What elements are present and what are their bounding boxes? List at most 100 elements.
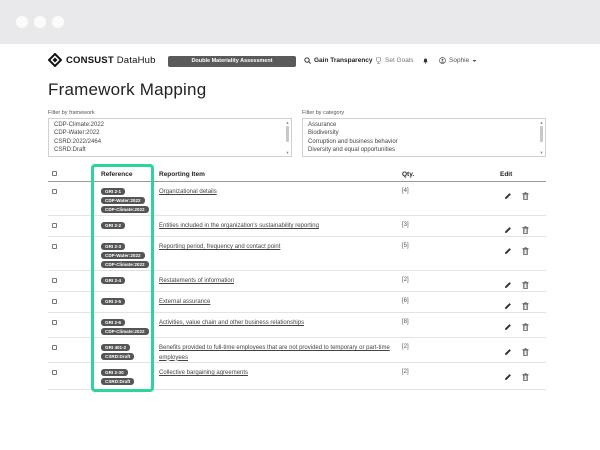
qty-header: Qty. bbox=[402, 171, 415, 178]
row-checkbox[interactable] bbox=[52, 223, 57, 228]
category-option[interactable]: Corruption and business behavior bbox=[303, 138, 545, 146]
scroll-down-icon[interactable]: ▼ bbox=[285, 150, 290, 155]
reference-badge: CDP-Climate:2022 bbox=[101, 328, 149, 335]
search-icon bbox=[304, 57, 311, 64]
category-filter-list[interactable]: Assurance Biodiversity Corruption and bu… bbox=[302, 118, 546, 157]
framework-filter-list[interactable]: CDP-Climate:2022 CDP-Water:2022 CSRD:202… bbox=[48, 118, 292, 157]
reporting-item-link[interactable]: Benefits provided to full-time employees… bbox=[159, 344, 409, 363]
edit-pencil-icon[interactable] bbox=[504, 281, 512, 289]
reporting-item-link[interactable]: External assurance bbox=[159, 298, 409, 308]
reference-badges: GRI 2-5 bbox=[101, 298, 126, 305]
reference-badge: GRI 2-4 bbox=[101, 277, 126, 284]
framework-option[interactable]: CSRD:Draft bbox=[49, 146, 291, 154]
qty-value: [2] bbox=[402, 277, 409, 283]
reference-badge: GRI 2-5 bbox=[101, 298, 126, 305]
qty-value: [4] bbox=[402, 188, 409, 194]
reporting-item-link[interactable]: Activities, value chain and other busine… bbox=[159, 319, 409, 329]
trash-icon[interactable] bbox=[522, 373, 529, 381]
reporting-item-link[interactable]: Collective bargaining agreements bbox=[159, 369, 409, 379]
window-minimize-dot[interactable] bbox=[34, 16, 46, 28]
qty-value: [2] bbox=[402, 369, 409, 375]
browser-chrome bbox=[0, 0, 600, 44]
bell-icon bbox=[423, 58, 428, 64]
table-row: GRI 401-2 CSRD:Draft Benefits provided to … bbox=[48, 338, 546, 363]
category-option[interactable]: Diversity and equal opportunities bbox=[303, 146, 545, 154]
category-option[interactable]: Biodiversity bbox=[303, 129, 545, 137]
trash-icon[interactable] bbox=[522, 302, 529, 310]
category-scrollbar[interactable]: ▲ ▼ bbox=[539, 120, 544, 155]
select-all-checkbox[interactable] bbox=[52, 171, 57, 176]
qty-value: [6] bbox=[402, 298, 409, 304]
top-nav: CONSUST DataHub Double Materiality Asses… bbox=[0, 44, 600, 76]
edit-pencil-icon[interactable] bbox=[504, 302, 512, 310]
reference-badge: CDP-Climate:2022 bbox=[101, 206, 149, 213]
row-checkbox[interactable] bbox=[52, 244, 57, 249]
scroll-up-icon[interactable]: ▲ bbox=[539, 120, 544, 125]
table-row: GRI 2-6 CDP-Climate:2022 Activities, value… bbox=[48, 313, 546, 338]
scroll-thumb[interactable] bbox=[540, 126, 543, 142]
reference-badge: GRI 2-1 bbox=[101, 188, 126, 195]
reference-header: Reference bbox=[101, 171, 133, 178]
edit-pencil-icon[interactable] bbox=[504, 323, 512, 331]
scroll-down-icon[interactable]: ▼ bbox=[539, 150, 544, 155]
edit-header: Edit bbox=[500, 171, 513, 178]
scroll-up-icon[interactable]: ▲ bbox=[285, 120, 290, 125]
reference-badge: GRI 2-3 bbox=[101, 243, 126, 250]
edit-pencil-icon[interactable] bbox=[504, 226, 512, 234]
reference-badges: GRI 2-4 bbox=[101, 277, 126, 284]
scroll-thumb[interactable] bbox=[286, 126, 289, 142]
qty-value: [3] bbox=[402, 222, 409, 228]
framework-option[interactable]: CSRD:2022/2464 bbox=[49, 138, 291, 146]
reference-badges: GRI 2-3 CDP-Water:2022 CDP-Climate:2022 bbox=[101, 243, 149, 268]
trash-icon[interactable] bbox=[522, 192, 529, 200]
row-checkbox[interactable] bbox=[52, 299, 57, 304]
trash-icon[interactable] bbox=[522, 348, 529, 356]
window-maximize-dot[interactable] bbox=[52, 16, 64, 28]
trash-icon[interactable] bbox=[522, 323, 529, 331]
edit-pencil-icon[interactable] bbox=[504, 348, 512, 356]
edit-pencil-icon[interactable] bbox=[504, 192, 512, 200]
trash-icon[interactable] bbox=[522, 247, 529, 255]
reporting-item-link[interactable]: Organizational details bbox=[159, 188, 409, 198]
framework-scrollbar[interactable]: ▲ ▼ bbox=[285, 120, 290, 155]
table-row: GRI 2-2 Entities included in the organiza… bbox=[48, 216, 546, 237]
framework-option[interactable]: CDP-Water:2022 bbox=[49, 129, 291, 137]
edit-pencil-icon[interactable] bbox=[504, 247, 512, 255]
row-checkbox[interactable] bbox=[52, 320, 57, 325]
trash-icon[interactable] bbox=[522, 226, 529, 234]
table-row: GRI 2-4 Restatements of information [2] bbox=[48, 271, 546, 292]
reference-badge: CDP-Water:2022 bbox=[101, 197, 145, 204]
user-menu[interactable]: Sophie bbox=[439, 57, 477, 64]
reporting-item-link[interactable]: Restatements of information bbox=[159, 277, 409, 287]
window-close-dot[interactable] bbox=[16, 16, 28, 28]
brand-name: CONSUST DataHub bbox=[66, 54, 156, 66]
category-option[interactable]: Assurance bbox=[303, 119, 545, 129]
row-checkbox[interactable] bbox=[52, 345, 57, 350]
qty-value: [8] bbox=[402, 319, 409, 325]
row-checkbox[interactable] bbox=[52, 370, 57, 375]
reference-badges: GRI 2-1 CDP-Water:2022 CDP-Climate:2022 bbox=[101, 188, 149, 213]
nav-double-materiality-button[interactable]: Double Materiality Assessment bbox=[168, 56, 296, 67]
logo-mark-icon bbox=[48, 53, 62, 67]
notifications-button[interactable] bbox=[422, 57, 429, 64]
edit-pencil-icon[interactable] bbox=[504, 373, 512, 381]
chevron-down-icon bbox=[472, 59, 477, 62]
reporting-item-link[interactable]: Entities included in the organization's … bbox=[159, 222, 409, 232]
trophy-icon bbox=[376, 57, 381, 64]
row-checkbox[interactable] bbox=[52, 189, 57, 194]
table-row: GRI 2-3 CDP-Water:2022 CDP-Climate:2022 Rep… bbox=[48, 237, 546, 271]
framework-option[interactable]: CDP-Climate:2022 bbox=[49, 119, 291, 129]
reporting-item-link[interactable]: Reporting period, frequency and contact … bbox=[159, 243, 409, 253]
reference-badges: GRI 2-30 CSRD:Draft bbox=[101, 369, 135, 385]
reference-badge: CDP-Water:2022 bbox=[101, 252, 145, 259]
trash-icon[interactable] bbox=[522, 281, 529, 289]
nav-gain-transparency[interactable]: Gain Transparency bbox=[304, 57, 373, 64]
brand-logo[interactable]: CONSUST DataHub bbox=[48, 53, 156, 67]
row-checkbox[interactable] bbox=[52, 278, 57, 283]
reference-badge: GRI 2-30 bbox=[101, 369, 128, 376]
qty-value: [5] bbox=[402, 243, 409, 249]
reference-badges: GRI 2-2 bbox=[101, 222, 126, 229]
table-row: GRI 2-30 CSRD:Draft Collective bargaining … bbox=[48, 363, 546, 390]
reference-badge: CSRD:Draft bbox=[101, 378, 135, 385]
nav-set-goals[interactable]: Set Goals bbox=[375, 57, 414, 64]
